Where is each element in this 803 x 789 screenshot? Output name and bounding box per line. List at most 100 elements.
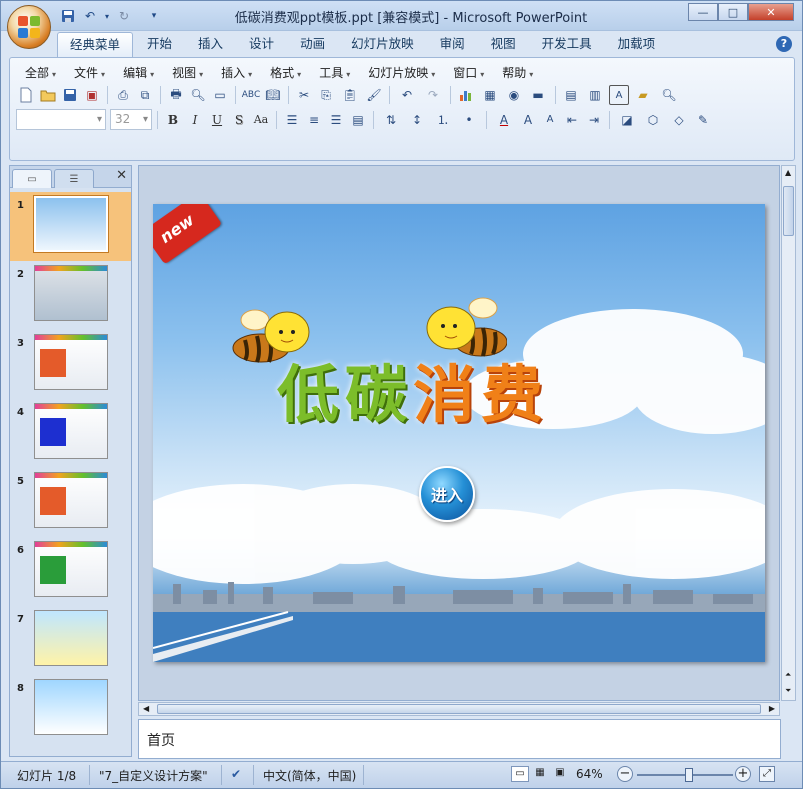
classic-menu-item[interactable]: 窗口 ▾ — [444, 64, 493, 82]
font-size-box[interactable]: 32 — [110, 109, 152, 130]
undo-icon[interactable]: ↶ — [395, 85, 419, 105]
slideshow-icon[interactable]: ▣ — [551, 766, 569, 782]
enter-button[interactable]: 进入 — [419, 466, 475, 522]
ribbon-tab[interactable]: 视图 — [479, 32, 528, 58]
shapes-icon[interactable]: ⬡ — [641, 110, 665, 130]
new-slide-icon[interactable]: ▤ — [561, 85, 581, 105]
classic-menu-item[interactable]: 格式 ▾ — [261, 64, 310, 82]
slide-thumbnail[interactable]: 3 — [10, 330, 131, 399]
zoom-slider-thumb[interactable] — [685, 768, 694, 782]
slide-thumbnail[interactable]: 2 — [10, 261, 131, 330]
classic-menu-item[interactable]: 视图 ▾ — [163, 64, 212, 82]
classic-menu-item[interactable]: 幻灯片放映 ▾ — [359, 64, 444, 82]
classic-menu-item[interactable]: 文件 ▾ — [65, 64, 114, 82]
scroll-left-arrow[interactable]: ◀ — [143, 704, 149, 713]
prev-slide-icon[interactable]: ⏶ — [785, 670, 791, 680]
scroll-right-arrow[interactable]: ▶ — [769, 704, 775, 713]
format-button[interactable]: I — [185, 110, 205, 130]
grow-font-icon[interactable]: A — [518, 110, 538, 130]
brush-icon[interactable]: ✎ — [693, 110, 713, 130]
ribbon-tab[interactable]: 开发工具 — [530, 32, 604, 58]
help-icon[interactable]: ? — [776, 36, 792, 52]
customize-qat-icon[interactable]: ▾ — [145, 7, 163, 25]
align-right-icon[interactable]: ☰ — [326, 110, 346, 130]
slide-thumbnail[interactable]: 5 — [10, 468, 131, 537]
vertical-scrollbar[interactable]: ▲ ⏶ ⏷ — [781, 165, 796, 701]
font-name-box[interactable] — [16, 109, 106, 130]
zoom-out-icon[interactable]: − — [617, 766, 633, 782]
redo-icon[interactable]: ↻ — [115, 7, 133, 25]
increase-indent-icon[interactable]: ⇥ — [584, 110, 604, 130]
paste-icon[interactable]: 📋︎ — [338, 85, 362, 105]
insert-table-icon[interactable]: ▦ — [478, 85, 502, 105]
spelling-icon[interactable]: ABC — [241, 85, 261, 105]
new-document-icon[interactable] — [16, 85, 36, 105]
redo-icon[interactable]: ↷ — [421, 85, 445, 105]
open-folder-dropdown-icon[interactable]: ▰ — [631, 85, 655, 105]
undo-icon[interactable]: ↶ — [81, 7, 99, 25]
copy-icon[interactable]: ⎘ — [316, 85, 336, 105]
format-button[interactable]: U — [207, 110, 227, 130]
classic-menu-item[interactable]: 全部 ▾ — [16, 64, 65, 82]
bullets-icon[interactable]: • — [457, 110, 481, 130]
open-folder-icon[interactable] — [38, 85, 58, 105]
classic-menu-item[interactable]: 工具 ▾ — [310, 64, 359, 82]
shape-fill-icon[interactable]: ◪ — [615, 110, 639, 130]
preview-icon[interactable]: 🔍︎ — [188, 85, 208, 105]
current-slide[interactable]: new 低碳消费 进入 — [153, 204, 765, 662]
next-slide-icon[interactable]: ⏷ — [785, 686, 791, 696]
zoom-level[interactable]: 64% — [576, 767, 603, 781]
language-indicator[interactable]: 中文(简体，中国) — [263, 767, 356, 784]
find-icon[interactable]: 🔍︎ — [657, 85, 681, 105]
horizontal-scrollbar[interactable]: ◀ ▶ — [138, 702, 780, 716]
print-preview-icon[interactable]: ⎙ — [113, 85, 133, 105]
theme-name[interactable]: "7_自定义设计方案" — [99, 767, 208, 784]
clip-art-icon[interactable]: ◉ — [504, 85, 524, 105]
color-grayscale-icon[interactable]: ▬ — [526, 85, 550, 105]
font-color-icon[interactable]: A — [492, 110, 516, 130]
save-icon[interactable] — [59, 7, 77, 25]
outline-tab[interactable]: ☰ — [54, 169, 94, 188]
shrink-font-icon[interactable]: A — [540, 110, 560, 130]
classic-menu-item[interactable]: 插入 ▾ — [212, 64, 261, 82]
zoom-slider[interactable] — [637, 768, 733, 782]
format-button[interactable]: B — [163, 110, 183, 130]
ribbon-tab[interactable]: 插入 — [186, 32, 235, 58]
ribbon-tab[interactable]: 开始 — [135, 32, 184, 58]
text-box-icon[interactable]: A — [609, 85, 629, 105]
minimize-button[interactable]: — — [688, 3, 718, 21]
slide-thumbnail[interactable]: 7 — [10, 606, 131, 675]
numbering-icon[interactable]: ⒈ — [431, 110, 455, 130]
slide-thumbnail[interactable]: 1 — [10, 192, 131, 261]
scroll-up-arrow[interactable]: ▲ — [785, 168, 791, 177]
research-icon[interactable]: 📖︎ — [263, 85, 283, 105]
scroll-thumb[interactable] — [783, 186, 794, 236]
ribbon-tab[interactable]: 加载项 — [606, 32, 668, 58]
insert-chart-icon[interactable] — [456, 85, 476, 105]
format-button[interactable]: Aa — [251, 110, 271, 130]
line-spacing-icon[interactable]: ↕ — [405, 110, 429, 130]
permission-icon[interactable]: ▣ — [82, 85, 102, 105]
align-center-icon[interactable]: ≡ — [304, 110, 324, 130]
maximize-button[interactable]: □ — [718, 3, 748, 21]
print-icon[interactable]: 🖶 — [166, 85, 186, 105]
close-panel-icon[interactable]: ✕ — [116, 168, 127, 183]
cut-icon[interactable]: ✂ — [294, 85, 314, 105]
office-button[interactable] — [7, 5, 51, 49]
undo-dropdown-icon[interactable]: ▾ — [103, 7, 111, 25]
slide-thumbnail[interactable]: 6 — [10, 537, 131, 606]
zoom-in-icon[interactable]: + — [735, 766, 751, 782]
ribbon-tab[interactable]: 经典菜单 — [57, 32, 134, 58]
fit-to-window-icon[interactable]: ⤢ — [759, 766, 775, 782]
normal-view-icon[interactable]: ▭ — [511, 766, 529, 782]
align-left-icon[interactable]: ☰ — [282, 110, 302, 130]
spell-check-icon[interactable]: ✔︎ — [231, 767, 241, 781]
format-button[interactable]: S — [229, 110, 249, 130]
save-icon[interactable] — [60, 85, 80, 105]
classic-menu-item[interactable]: 编辑 ▾ — [114, 64, 163, 82]
decrease-indent-icon[interactable]: ⇤ — [562, 110, 582, 130]
publish-icon[interactable]: ⧉ — [135, 85, 155, 105]
slide-layout-icon[interactable]: ▥ — [583, 85, 607, 105]
classic-menu-item[interactable]: 帮助 ▾ — [493, 64, 542, 82]
close-button[interactable]: ✕ — [748, 3, 794, 21]
